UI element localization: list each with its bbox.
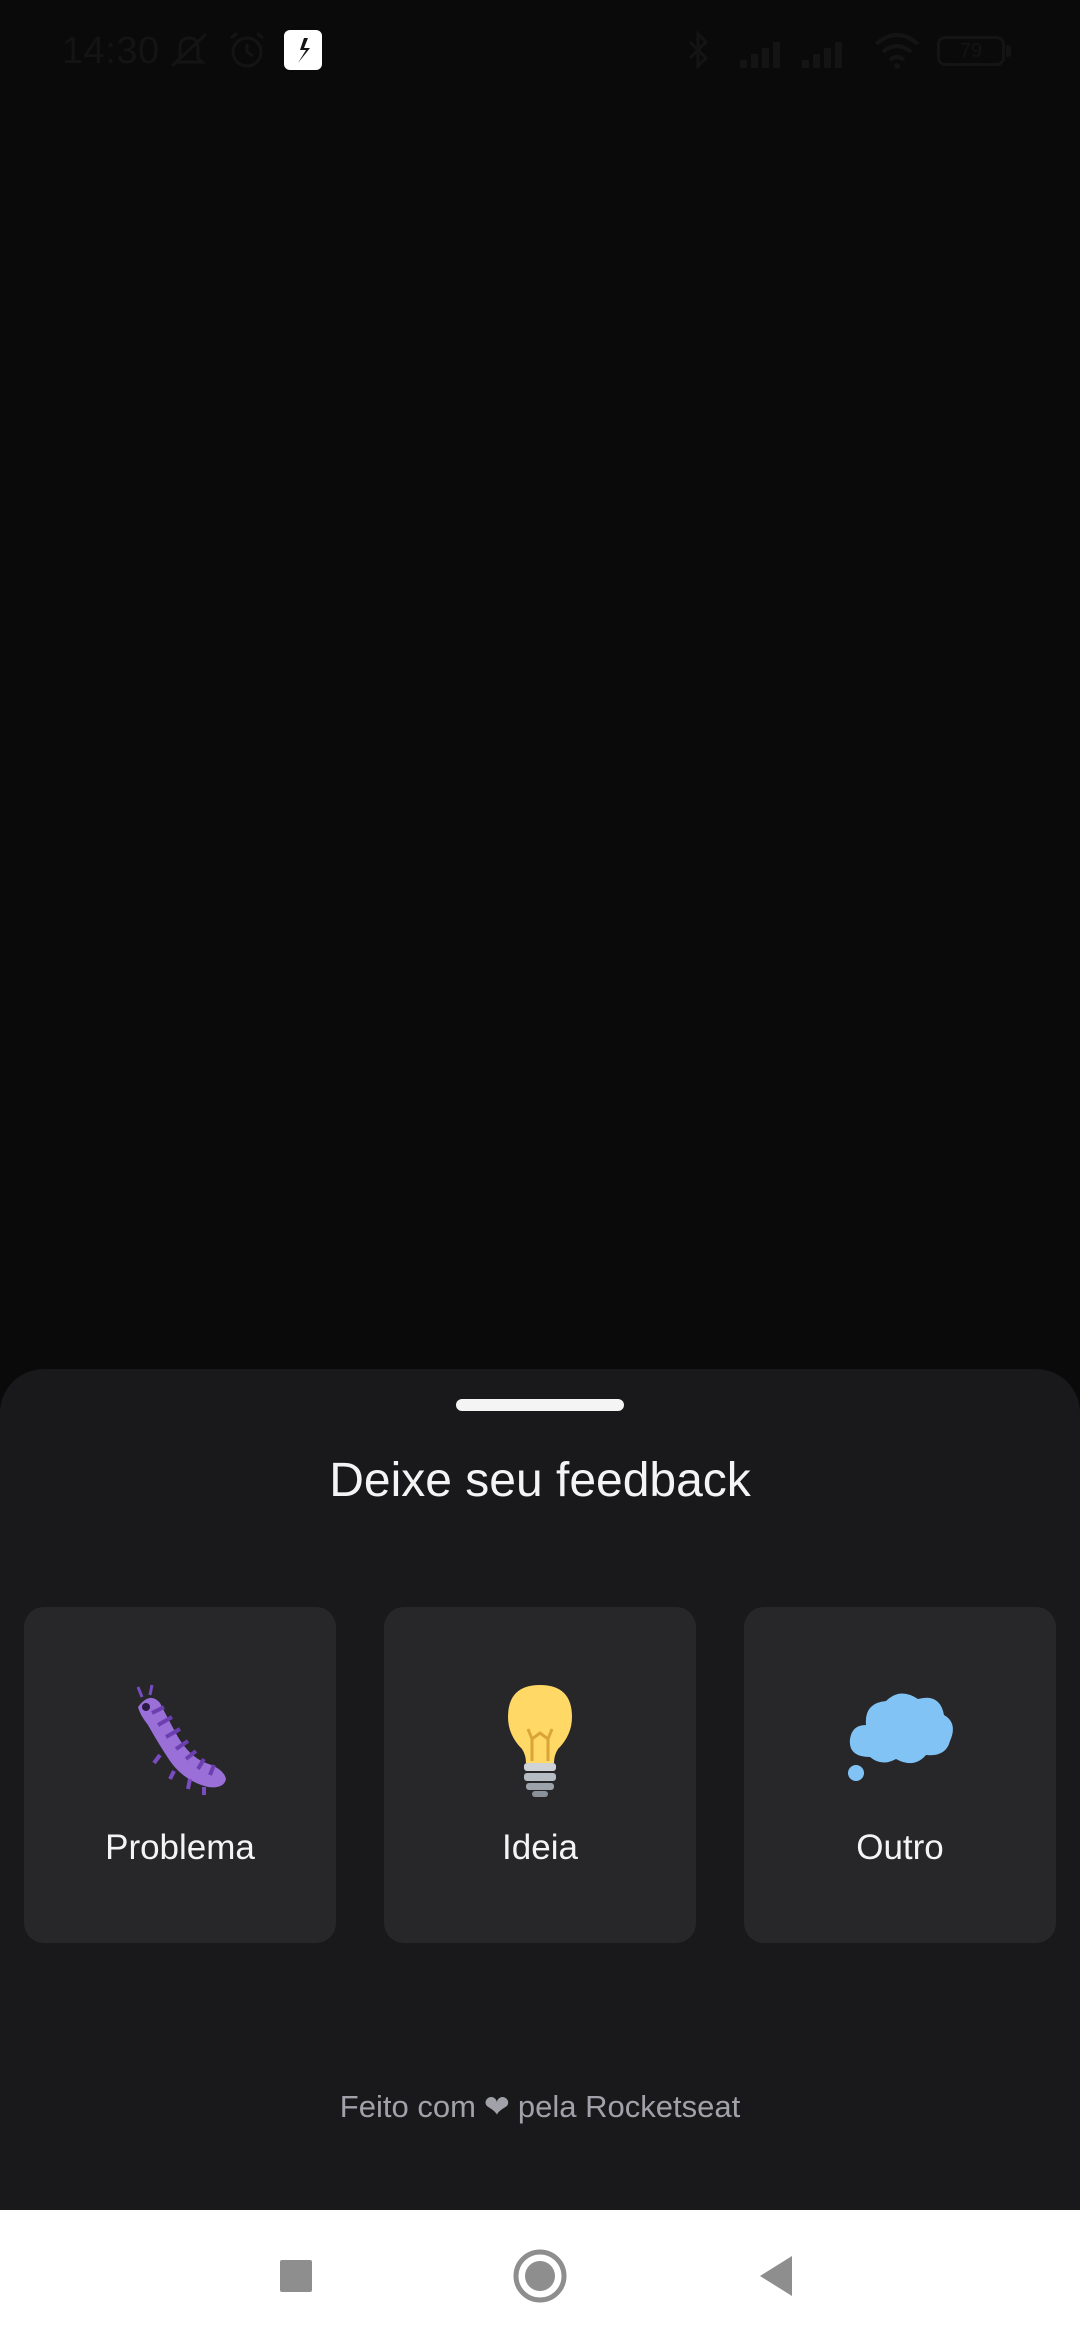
app-screen: 14:30 79 Deixe seu feedback Problema Ide… [0, 0, 1080, 2340]
signal-icon-2 [802, 42, 842, 68]
bluetooth-icon [688, 30, 709, 70]
footer-suffix: pela Rocketseat [517, 2089, 741, 2124]
footer-prefix: Feito com [339, 2089, 476, 2124]
status-bar: 14:30 79 [0, 0, 1080, 100]
heart-icon: ❤ [483, 2089, 510, 2124]
option-label: Problema [105, 1828, 255, 1867]
mute-icon [170, 32, 208, 68]
option-problema-button[interactable]: Problema [24, 1607, 336, 1943]
battery-tip [1006, 45, 1011, 57]
option-label: Outro [856, 1828, 944, 1867]
app-notification-icon [284, 30, 322, 70]
thought-bubble-icon [848, 1693, 953, 1781]
lightbulb-icon [508, 1685, 572, 1797]
feedback-sheet: Deixe seu feedback Problema Ideia Outro … [0, 1369, 1080, 2210]
option-outro-button[interactable]: Outro [744, 1607, 1056, 1943]
battery-icon: 79 [937, 36, 1005, 66]
option-ideia-button[interactable]: Ideia [384, 1607, 696, 1943]
battery-level: 79 [959, 40, 983, 62]
status-time: 14:30 [62, 30, 160, 72]
signal-icon [740, 42, 780, 68]
feedback-options: Problema Ideia Outro [24, 1607, 1056, 1943]
footer-credit: Feito com ❤ pela Rocketseat [0, 2089, 1080, 2125]
home-button[interactable] [510, 2246, 570, 2306]
navigation-bar [0, 2210, 1080, 2340]
sheet-drag-handle[interactable] [456, 1399, 624, 1411]
bug-icon [136, 1684, 226, 1795]
sheet-title: Deixe seu feedback [329, 1454, 751, 1507]
alarm-icon [230, 31, 264, 68]
recents-button[interactable] [266, 2246, 326, 2306]
option-label: Ideia [502, 1828, 578, 1867]
back-button[interactable] [748, 2246, 808, 2306]
wifi-icon [874, 33, 920, 69]
